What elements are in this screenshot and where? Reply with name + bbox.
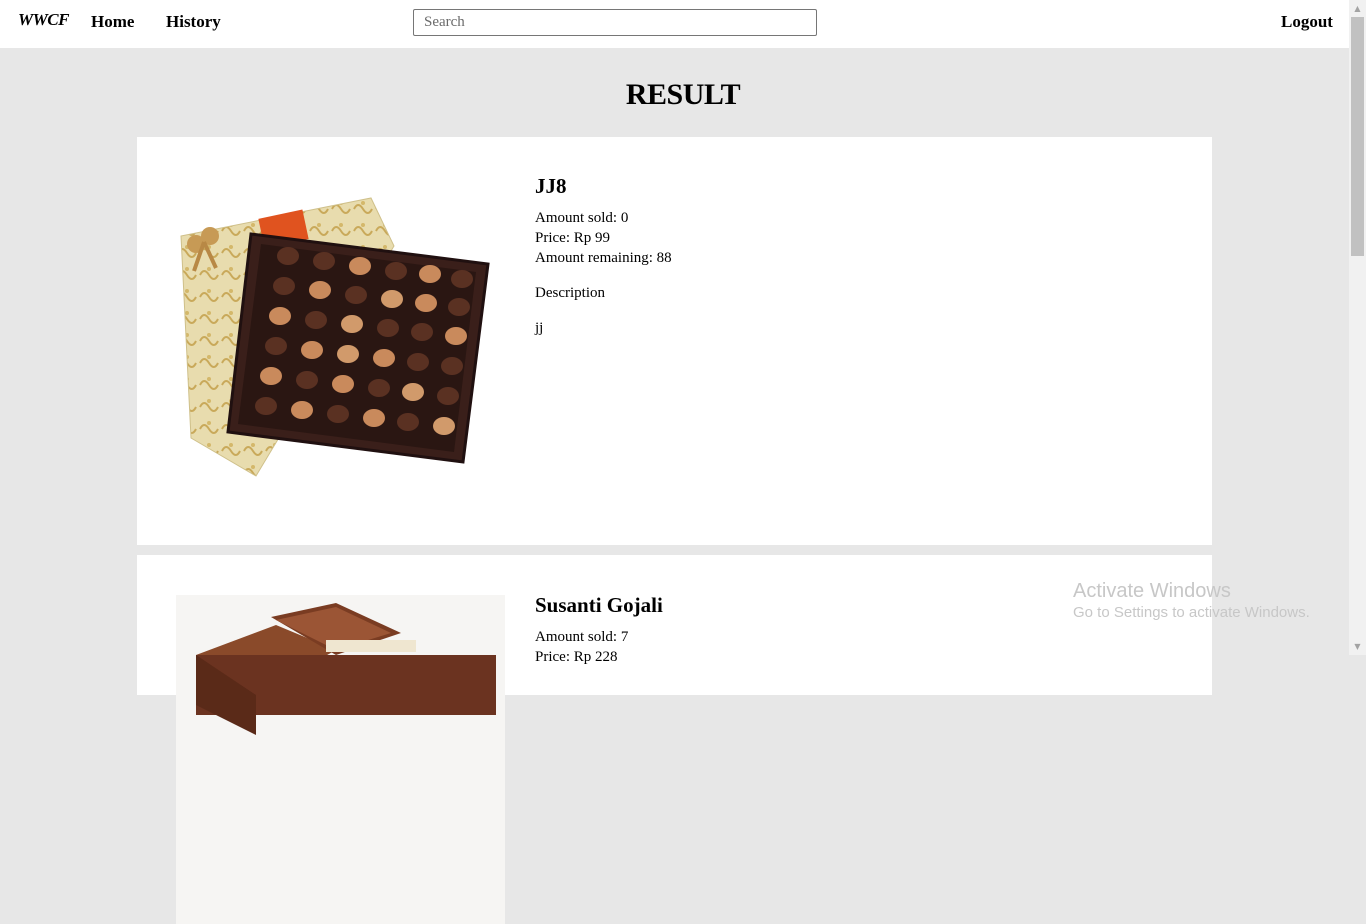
product-price: Price: Rp 228 [535,649,618,665]
brand-logo[interactable]: WWCF [18,10,69,30]
product-amount-sold: Amount sold: 0 [535,210,629,226]
navbar: WWCF Home History Logout [0,0,1349,48]
product-image-chocolate-bar [176,595,505,924]
product-description-label: Description [535,285,605,301]
scroll-down-arrow-icon[interactable]: ▼ [1349,638,1366,655]
product-description: jj [535,320,544,336]
product-amount-sold: Amount sold: 7 [535,629,629,645]
product-price: Price: Rp 99 [535,230,610,246]
product-card: JJ8 Amount sold: 0 Price: Rp 99 Amount r… [137,137,1212,545]
product-details: Amount sold: 7 Price: Rp 228 [535,627,628,667]
logout-link[interactable]: Logout [1281,12,1333,32]
product-image-chocolate-box [176,176,505,505]
nav-history-link[interactable]: History [166,12,221,32]
watermark-subtitle: Go to Settings to activate Windows. [1073,604,1310,621]
watermark-title: Activate Windows [1073,580,1231,602]
activate-windows-watermark: Activate Windows Go to Settings to activ… [1073,579,1310,623]
product-amount-remaining: Amount remaining: 88 [535,250,672,266]
product-card: Susanti Gojali Amount sold: 7 Price: Rp … [137,555,1212,924]
scrollbar-thumb[interactable] [1351,17,1364,256]
nav-home-link[interactable]: Home [91,12,134,32]
scroll-up-arrow-icon[interactable]: ▲ [1349,0,1366,17]
product-name: Susanti Gojali [535,593,663,617]
product-details: Amount sold: 0 Price: Rp 99 Amount remai… [535,208,672,338]
page-title: RESULT [625,78,741,111]
product-name: JJ8 [535,174,567,198]
search-input[interactable] [413,9,817,36]
